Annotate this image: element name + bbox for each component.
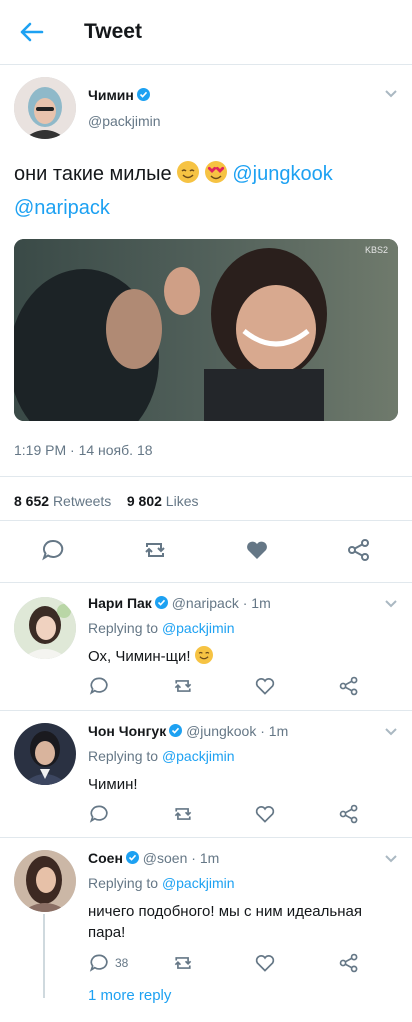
replying-prefix: Replying to xyxy=(88,748,162,764)
likes-count[interactable]: 9 802 xyxy=(127,493,162,509)
replying-to: Replying to @packjimin xyxy=(88,875,235,891)
retweets-label[interactable]: Retweets xyxy=(53,493,111,509)
more-replies-link[interactable]: 1 more reply xyxy=(88,987,171,1004)
chevron-down-icon[interactable] xyxy=(384,727,398,737)
tweet-stats: 8 652 Retweets 9 802 Likes xyxy=(14,493,198,509)
chevron-down-icon[interactable] xyxy=(384,599,398,609)
reply-icon[interactable] xyxy=(40,537,66,563)
reply-header: Чон Чонгук @jungkook · 1m xyxy=(88,723,288,739)
verified-badge-icon xyxy=(154,596,168,609)
smiling-emoji-icon xyxy=(194,646,213,664)
author-name[interactable]: Соен xyxy=(88,850,123,866)
back-arrow-icon[interactable] xyxy=(18,21,44,43)
retweet-icon[interactable] xyxy=(172,803,194,825)
retweet-icon[interactable] xyxy=(172,952,194,974)
retweet-icon[interactable] xyxy=(172,675,194,697)
share-icon[interactable] xyxy=(338,952,360,974)
replying-to: Replying to @packjimin xyxy=(88,620,235,636)
like-heart-icon[interactable] xyxy=(244,537,270,563)
page-title: Tweet xyxy=(84,20,142,43)
retweet-icon[interactable] xyxy=(142,537,168,563)
reply-time: · 1m xyxy=(242,595,271,611)
verified-badge-icon xyxy=(136,88,150,101)
author-name[interactable]: Нари Пак xyxy=(88,595,152,611)
avatar[interactable] xyxy=(14,723,76,785)
reply-tweet[interactable]: Соен @soen · 1m Replying to @packjimin н… xyxy=(0,838,412,1022)
reply-count: 38 xyxy=(115,956,129,970)
like-heart-icon[interactable] xyxy=(254,803,276,825)
chevron-down-icon[interactable] xyxy=(384,854,398,864)
author-name[interactable]: Чон Чонгук xyxy=(88,723,166,739)
mention-link[interactable]: @packjimin xyxy=(162,875,235,891)
like-heart-icon[interactable] xyxy=(254,952,276,974)
reply-icon[interactable] xyxy=(88,952,110,974)
avatar[interactable] xyxy=(14,597,76,659)
avatar[interactable] xyxy=(14,77,76,139)
video-watermark: KBS2 xyxy=(364,245,388,255)
share-icon[interactable] xyxy=(346,537,372,563)
reply-text: Чимин! xyxy=(88,776,138,793)
reply-tweet[interactable]: Нари Пак @naripack · 1m Replying to @pac… xyxy=(0,583,412,709)
author-line: Чимин xyxy=(88,87,150,105)
reply-tweet[interactable]: Чон Чонгук @jungkook · 1m Replying to @p… xyxy=(0,711,412,837)
thread-line xyxy=(43,914,45,998)
replying-to: Replying to @packjimin xyxy=(88,748,235,764)
replying-prefix: Replying to xyxy=(88,620,162,636)
reply-text: ничего подобного! мы с ним идеальная пар… xyxy=(88,903,362,941)
verified-badge-icon xyxy=(169,724,183,737)
author-handle[interactable]: @packjimin xyxy=(88,113,161,129)
like-heart-icon[interactable] xyxy=(254,675,276,697)
heart-eyes-emoji-icon xyxy=(204,161,227,183)
tweet-text-plain: они такие милые xyxy=(14,163,178,185)
reply-text-content: Ох, Чимин-щи! xyxy=(88,648,191,665)
top-app-bar: Tweet xyxy=(0,0,412,65)
tweet-timestamp: 1:19 PM · 14 нояб. 18 xyxy=(14,442,153,458)
chevron-down-icon[interactable] xyxy=(384,89,398,99)
tweet-actions xyxy=(0,537,412,567)
share-icon[interactable] xyxy=(338,675,360,697)
reply-icon[interactable] xyxy=(88,675,110,697)
divider xyxy=(0,520,412,521)
author-handle[interactable]: @jungkook xyxy=(186,723,256,739)
reply-time: · 1m xyxy=(260,723,289,739)
share-icon[interactable] xyxy=(338,803,360,825)
reply-icon[interactable] xyxy=(88,803,110,825)
likes-label[interactable]: Likes xyxy=(166,493,199,509)
tweet-text: они такие милые @jungkook @naripack xyxy=(14,157,404,225)
reply-header: Нари Пак @naripack · 1m xyxy=(88,595,271,611)
mention-link[interactable]: @packjimin xyxy=(162,620,235,636)
retweets-count[interactable]: 8 652 xyxy=(14,493,49,509)
reply-time: · 1m xyxy=(191,850,220,866)
author-name[interactable]: Чимин xyxy=(88,87,134,103)
smiling-emoji-icon xyxy=(177,161,200,183)
avatar[interactable] xyxy=(14,850,76,912)
divider xyxy=(0,476,412,477)
mention-link[interactable]: @packjimin xyxy=(162,748,235,764)
author-handle[interactable]: @naripack xyxy=(172,595,239,611)
verified-badge-icon xyxy=(125,851,139,864)
mention-link[interactable]: @naripack xyxy=(14,197,110,219)
replying-prefix: Replying to xyxy=(88,875,162,891)
tweet-video[interactable]: KBS2 xyxy=(14,239,398,421)
mention-link[interactable]: @jungkook xyxy=(232,163,332,185)
reply-header: Соен @soen · 1m xyxy=(88,850,219,866)
author-handle[interactable]: @soen xyxy=(143,850,188,866)
reply-text: Ох, Чимин-щи! xyxy=(88,646,388,667)
